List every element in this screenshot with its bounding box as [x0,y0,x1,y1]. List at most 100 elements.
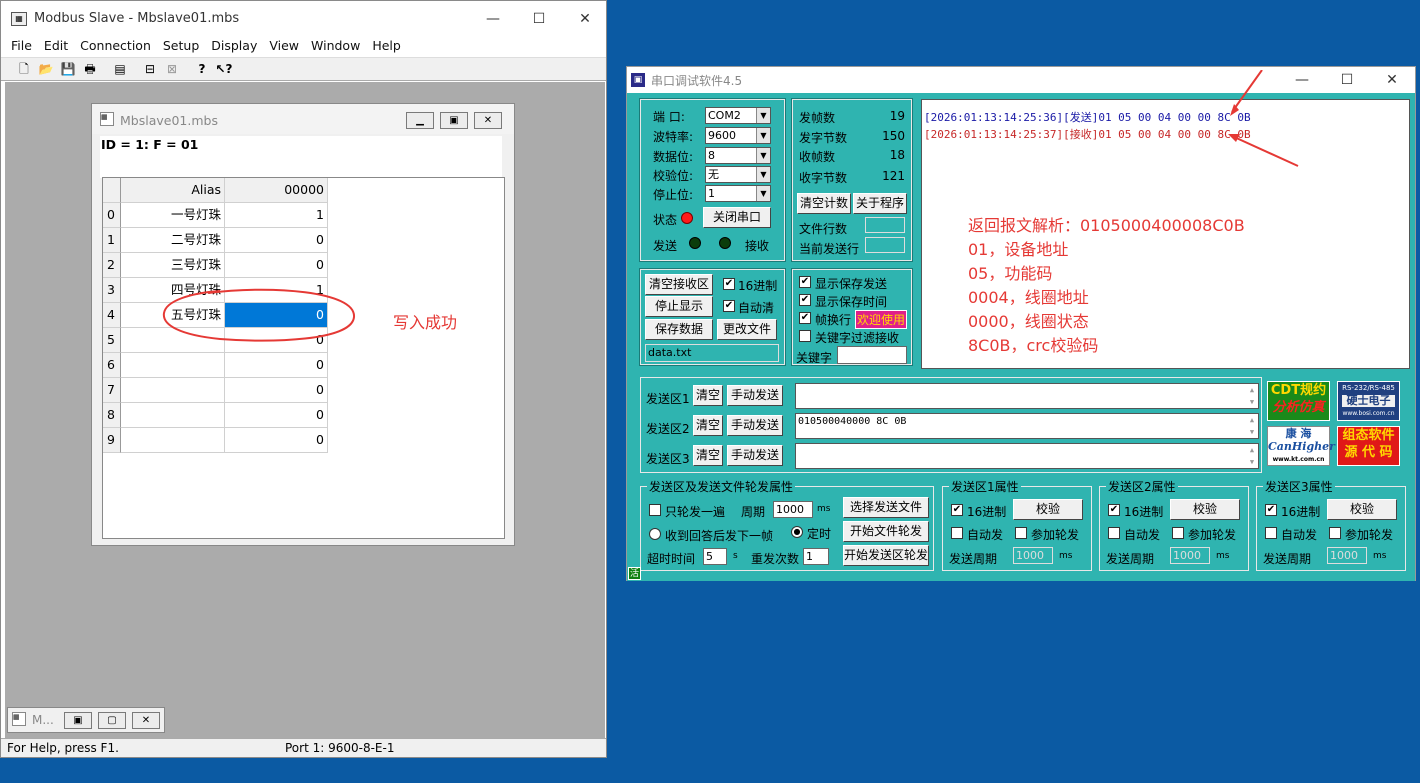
source-code-ad[interactable]: 组态软件源 代 码 [1337,426,1400,466]
alias-header[interactable]: Alias [121,178,225,203]
manual-send-button[interactable]: 手动发送 [727,415,783,436]
join-poll-checkbox[interactable] [1015,527,1027,539]
alias-cell[interactable] [121,353,225,378]
manual-send-button[interactable]: 手动发送 [727,445,783,466]
minimized-window[interactable]: ▦ M... ▣ ▢ ✕ [7,707,165,733]
manual-send-button[interactable]: 手动发送 [727,385,783,406]
connect-icon[interactable]: ⊟ [141,61,159,78]
menu-help[interactable]: Help [366,37,407,54]
value-cell[interactable]: 0 [225,428,328,453]
alias-cell[interactable]: 一号灯珠 [121,203,225,228]
alias-cell[interactable] [121,378,225,403]
file-name-field[interactable]: data.txt [645,344,779,362]
area-hex-checkbox[interactable]: ✔ [1108,504,1120,516]
canhigher-ad[interactable]: 康 海 CanHigher www.kt.com.cn [1267,426,1335,466]
select-send-file-button[interactable]: 选择发送文件 [843,497,929,518]
alias-cell[interactable]: 二号灯珠 [121,228,225,253]
auto-send-checkbox[interactable] [951,527,963,539]
print-icon[interactable]: 🖶 [81,61,99,78]
join-poll-checkbox[interactable] [1172,527,1184,539]
minimize-button[interactable]: — [470,4,516,34]
scroll-arrows-icon[interactable]: ▲ ▼ [1246,444,1258,468]
checksum-button[interactable]: 校验 [1013,499,1083,520]
save-data-button[interactable]: 保存数据 [645,319,713,340]
auto-clear-checkbox[interactable]: ✔ [723,300,735,312]
help-icon[interactable]: ? [193,61,211,78]
alias-cell[interactable]: 三号灯珠 [121,253,225,278]
port-select[interactable]: COM2 ▼ [705,107,771,124]
value-cell[interactable]: 1 [225,203,328,228]
send-period-input[interactable]: 1000 [1170,547,1210,564]
context-help-icon[interactable]: ↖? [215,61,233,78]
menu-connection[interactable]: Connection [74,37,157,54]
poll-once-checkbox[interactable] [649,504,661,516]
auto-send-checkbox[interactable] [1108,527,1120,539]
child-minimize-button[interactable]: ▁ [406,112,434,129]
join-poll-checkbox[interactable] [1329,527,1341,539]
menu-view[interactable]: View [263,37,305,54]
child-close-button[interactable]: ✕ [474,112,502,129]
address-header[interactable]: 00000 [225,178,328,203]
menu-file[interactable]: File [1,37,38,54]
alias-cell[interactable] [121,403,225,428]
keyword-filter-checkbox[interactable] [799,330,811,342]
window-icon[interactable]: ▤ [111,61,129,78]
retry-input[interactable]: 1 [803,548,829,565]
checksum-button[interactable]: 校验 [1170,499,1240,520]
keyword-input[interactable] [837,346,907,364]
disconnect-icon[interactable]: ⊠ [163,61,181,78]
send-clear-button[interactable]: 清空 [693,415,723,436]
change-file-button[interactable]: 更改文件 [717,319,777,340]
send-clear-button[interactable]: 清空 [693,385,723,406]
menu-window[interactable]: Window [305,37,366,54]
baud-select[interactable]: 9600 ▼ [705,127,771,144]
receive-area[interactable]: [2026:01:13:14:25:36][发送]01 05 00 04 00 … [921,70,1410,369]
area-hex-checkbox[interactable]: ✔ [951,504,963,516]
show-save-send-checkbox[interactable]: ✔ [799,276,811,288]
bosi-ad[interactable]: RS-232/RS-485 硬士电子 www.bosi.com.cn [1337,381,1400,421]
frame-wrap-checkbox[interactable]: ✔ [799,312,811,324]
mini-maximize-button[interactable]: ▢ [98,712,126,729]
stopbits-select[interactable]: 1 ▼ [705,185,771,202]
open-folder-icon[interactable]: 📂 [37,61,55,78]
about-button[interactable]: 关于程序 [853,193,907,214]
value-cell[interactable]: 0 [225,353,328,378]
stop-display-button[interactable]: 停止显示 [645,296,713,317]
clear-receive-button[interactable]: 清空接收区 [645,274,713,295]
send-input[interactable]: ▲ ▼ [795,443,1259,469]
start-file-poll-button[interactable]: 开始文件轮发 [843,521,929,542]
serial-maximize-button[interactable]: ☐ [1324,65,1370,95]
checksum-button[interactable]: 校验 [1327,499,1397,520]
clear-count-button[interactable]: 清空计数 [797,193,851,214]
cdt-ad[interactable]: CDT规约 分析仿真 [1267,381,1330,421]
send-input[interactable]: ▲ ▼ [795,383,1259,409]
value-cell[interactable]: 0 [225,253,328,278]
after-reply-radio[interactable] [649,528,661,540]
timed-radio[interactable]: ● [791,526,803,538]
scroll-arrows-icon[interactable]: ▲ ▼ [1246,384,1258,408]
timeout-input[interactable]: 5 [703,548,727,565]
period-input[interactable]: 1000 [773,501,813,518]
save-icon[interactable]: 💾 [59,61,77,78]
value-cell[interactable]: 0 [225,403,328,428]
databits-select[interactable]: 8 ▼ [705,147,771,164]
new-file-icon[interactable]: 🗋 [15,61,33,78]
value-cell[interactable]: 0 [225,378,328,403]
value-cell[interactable]: 0 [225,228,328,253]
alias-cell[interactable] [121,428,225,453]
mini-restore-button[interactable]: ▣ [64,712,92,729]
start-area-poll-button[interactable]: 开始发送区轮发 [843,545,929,566]
scroll-arrows-icon[interactable]: ▲ ▼ [1246,414,1258,438]
area-hex-checkbox[interactable]: ✔ [1265,504,1277,516]
serial-close-button[interactable]: ✕ [1369,65,1415,95]
send-input[interactable]: 010500040000 8C 0B ▲ ▼ [795,413,1259,439]
auto-send-checkbox[interactable] [1265,527,1277,539]
maximize-button[interactable]: ☐ [516,4,562,34]
menu-setup[interactable]: Setup [157,37,205,54]
close-button[interactable]: ✕ [562,4,608,34]
send-clear-button[interactable]: 清空 [693,445,723,466]
mini-close-button[interactable]: ✕ [132,712,160,729]
child-restore-button[interactable]: ▣ [440,112,468,129]
show-save-time-checkbox[interactable]: ✔ [799,294,811,306]
close-port-button[interactable]: 关闭串口 [703,207,771,228]
